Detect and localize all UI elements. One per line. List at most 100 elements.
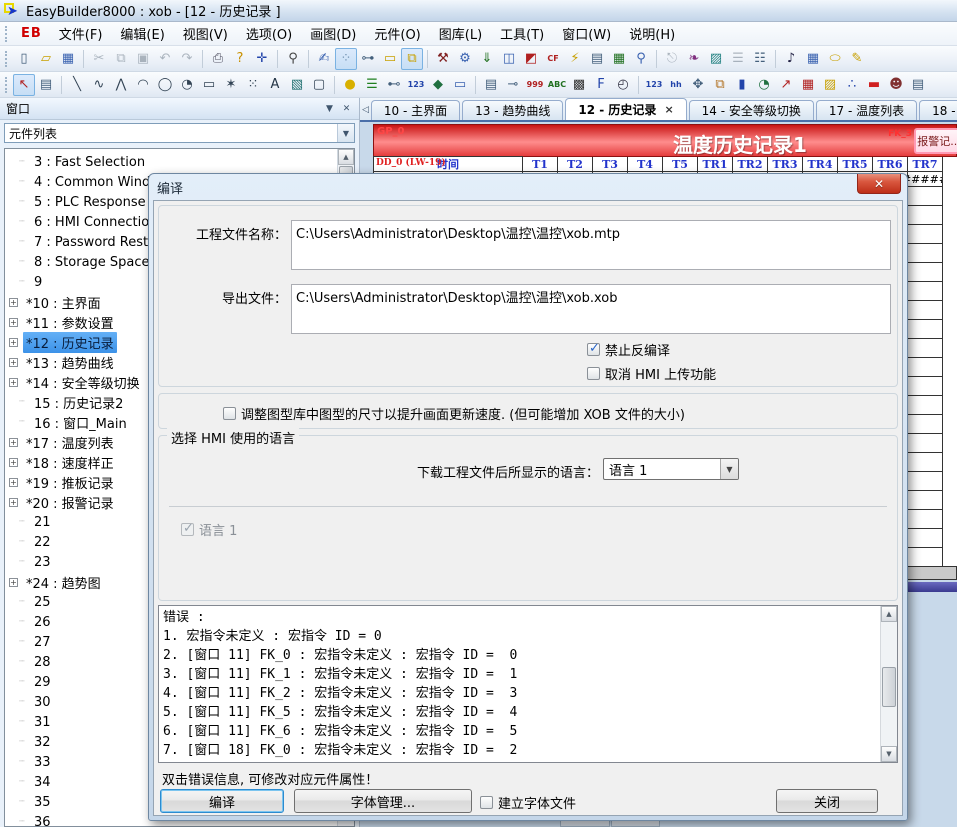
menu-item[interactable]: 说明(H): [620, 21, 684, 46]
option-list-icon[interactable]: ▤: [480, 74, 502, 96]
expand-plus-icon[interactable]: +: [9, 578, 18, 587]
menu-item[interactable]: 窗口(W): [553, 21, 620, 46]
expand-plus-icon[interactable]: +: [9, 458, 18, 467]
tab-window[interactable]: 13 - 趋势曲线: [462, 100, 563, 120]
resize-shapes-checkbox[interactable]: [223, 407, 236, 420]
operator-log-icon[interactable]: ☻: [885, 74, 907, 96]
snap-toggle-icon[interactable]: ⊶: [357, 48, 379, 70]
language-select[interactable]: 语言 1 ▼: [603, 458, 739, 480]
expand-plus-icon[interactable]: +: [9, 498, 18, 507]
tab-scroll-left-icon[interactable]: ◁: [362, 101, 369, 119]
numeric-display-icon[interactable]: 123: [643, 74, 665, 96]
tab-close-icon[interactable]: ×: [664, 103, 673, 116]
text-icon[interactable]: A: [264, 74, 286, 96]
expand-plus-icon[interactable]: +: [9, 378, 18, 387]
build-font-file-checkbox[interactable]: [480, 796, 493, 809]
new-file-icon[interactable]: ▯: [13, 48, 35, 70]
object-properties-icon[interactable]: ▤: [35, 74, 57, 96]
help-icon[interactable]: ?: [229, 48, 251, 70]
scroll-down-icon[interactable]: ▼: [881, 746, 897, 762]
context-help-icon[interactable]: ✛: [251, 48, 273, 70]
server-icon[interactable]: ☷: [749, 48, 771, 70]
panel-menu-button[interactable]: ▼: [321, 101, 338, 116]
expand-plus-icon[interactable]: +: [9, 318, 18, 327]
window-fill-icon[interactable]: ▭: [379, 48, 401, 70]
menu-item[interactable]: 视图(V): [174, 21, 237, 46]
chevron-down-icon[interactable]: ▼: [337, 124, 354, 142]
numeric-999-icon[interactable]: 999: [524, 74, 546, 96]
picture-graph-icon[interactable]: ▨: [819, 74, 841, 96]
memo-edit-icon[interactable]: ✎: [846, 48, 868, 70]
window-key-icon[interactable]: ▭: [449, 74, 471, 96]
clock-icon[interactable]: ◴: [612, 74, 634, 96]
arc-icon[interactable]: ◠: [132, 74, 154, 96]
expand-plus-icon[interactable]: +: [9, 478, 18, 487]
animation-icon[interactable]: ⧉: [709, 74, 731, 96]
word-switch-icon[interactable]: 123: [405, 74, 427, 96]
menu-item[interactable]: 元件(O): [365, 21, 429, 46]
function-f-icon[interactable]: F: [590, 74, 612, 96]
xy-plot-icon[interactable]: ∴: [841, 74, 863, 96]
project-file-box[interactable]: C:\Users\Administrator\Desktop\温控\温控\xob…: [291, 220, 891, 270]
close-button[interactable]: 关闭: [776, 789, 878, 813]
meter-display-icon[interactable]: ◔: [753, 74, 775, 96]
scroll-up-icon[interactable]: ▲: [881, 606, 897, 622]
panel-view-select[interactable]: 元件列表 ▼: [4, 123, 355, 143]
menu-item[interactable]: 选项(O): [237, 21, 301, 46]
function-key-icon[interactable]: ◆: [427, 74, 449, 96]
preview-icon[interactable]: ⚲: [630, 48, 652, 70]
alarm-bar-icon[interactable]: ▬: [863, 74, 885, 96]
expand-plus-icon[interactable]: +: [9, 338, 18, 347]
cf-card-icon[interactable]: CF: [542, 48, 564, 70]
simulate-offline-icon[interactable]: ◫: [498, 48, 520, 70]
simulate-online-icon[interactable]: ◩: [520, 48, 542, 70]
print-icon[interactable]: ⎙: [207, 48, 229, 70]
keyboard-icon[interactable]: ▦: [802, 48, 824, 70]
tab-window[interactable]: 10 - 主界面: [371, 100, 460, 120]
line-icon[interactable]: ╲: [66, 74, 88, 96]
frame-icon[interactable]: ▢: [308, 74, 330, 96]
download-icon[interactable]: ⇓: [476, 48, 498, 70]
ascii-display-icon[interactable]: hh: [665, 74, 687, 96]
compile-icon[interactable]: ⚙: [454, 48, 476, 70]
picture-icon[interactable]: ▧: [286, 74, 308, 96]
expand-plus-icon[interactable]: +: [9, 298, 18, 307]
find-object-icon[interactable]: ⚲: [282, 48, 304, 70]
trend-display-icon[interactable]: ↗: [775, 74, 797, 96]
menu-item[interactable]: 文件(F): [50, 21, 112, 46]
tab-window[interactable]: 14 - 安全等级切换: [689, 100, 814, 120]
polygon-icon[interactable]: ✶: [220, 74, 242, 96]
barcode-icon[interactable]: ▩: [568, 74, 590, 96]
slider-icon[interactable]: ⊸: [502, 74, 524, 96]
polyline-icon[interactable]: ⋀: [110, 74, 132, 96]
cancel-upload-checkbox[interactable]: [587, 367, 600, 380]
ascii-abc-icon[interactable]: ABC: [546, 74, 568, 96]
decompile-checkbox[interactable]: [587, 343, 600, 356]
error-list[interactable]: 错误 : 1. 宏指令未定义 : 宏指令 ID = 0 2. [窗口 11] F…: [158, 605, 898, 763]
recipe-table-icon[interactable]: ▦: [608, 48, 630, 70]
chevron-down-icon[interactable]: ▼: [720, 459, 738, 479]
label-tag-icon[interactable]: ⬭: [824, 48, 846, 70]
grid-toggle-icon[interactable]: ⁘: [335, 48, 357, 70]
tab-window[interactable]: 17 - 温度列表: [816, 100, 917, 120]
export-file-box[interactable]: C:\Users\Administrator\Desktop\温控\温控\xob…: [291, 284, 891, 334]
save-file-icon[interactable]: ▦: [57, 48, 79, 70]
toggle-switch-icon[interactable]: ⊷: [383, 74, 405, 96]
moving-shape-icon[interactable]: ✥: [687, 74, 709, 96]
history-table-icon[interactable]: ▦: [797, 74, 819, 96]
layers-toggle-icon[interactable]: ⧉: [401, 48, 423, 70]
import-picture-icon[interactable]: ▨: [705, 48, 727, 70]
bezier-icon[interactable]: ∿: [88, 74, 110, 96]
menu-item[interactable]: 工具(T): [491, 21, 553, 46]
dialog-close-button[interactable]: ✕: [857, 174, 901, 194]
font-manager-button[interactable]: 字体管理...: [294, 789, 472, 813]
draw-pen-icon[interactable]: ✍: [313, 48, 335, 70]
menu-item[interactable]: 编辑(E): [111, 21, 173, 46]
tab-active[interactable]: 12 - 历史记录×: [565, 98, 686, 120]
expand-plus-icon[interactable]: +: [9, 438, 18, 447]
tree-item[interactable]: ┈3 : Fast Selection: [5, 152, 337, 172]
scroll-up-icon[interactable]: ▲: [338, 149, 354, 165]
sound-icon[interactable]: ♪: [780, 48, 802, 70]
open-file-icon[interactable]: ▱: [35, 48, 57, 70]
select-arrow-icon[interactable]: ↖: [13, 74, 35, 96]
